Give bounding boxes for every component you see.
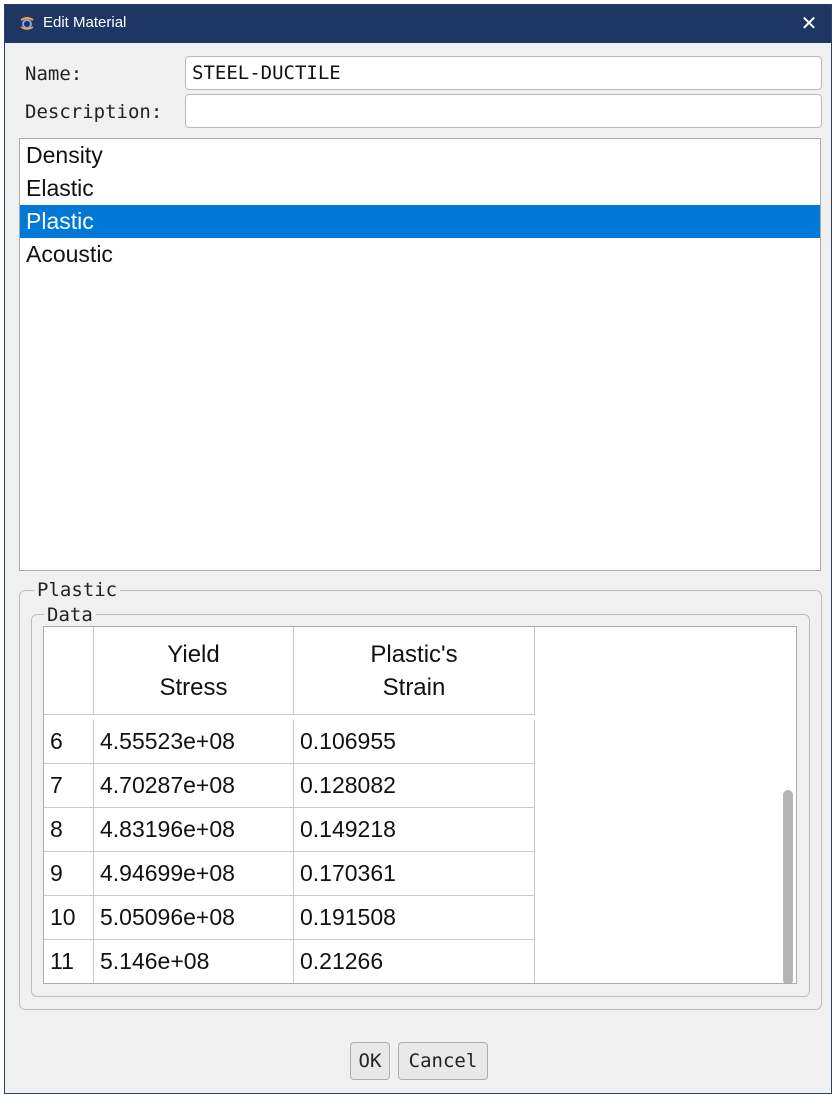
table-row[interactable]: 7 4.70287e+08 0.128082 [44, 764, 535, 808]
row-number-cell: 6 [44, 720, 94, 763]
plastic-strain-cell[interactable]: 0.149218 [294, 808, 535, 851]
plastic-data-table[interactable]: Yield Stress Plastic's Strain 6 4.55523e+… [43, 626, 797, 984]
plastic-strain-header[interactable]: Plastic's Strain [294, 627, 535, 715]
window-title: Edit Material [43, 14, 127, 31]
behavior-item-elastic[interactable]: Elastic [20, 172, 820, 205]
yield-stress-cell[interactable]: 4.94699e+08 [94, 852, 294, 895]
yield-stress-cell[interactable]: 4.70287e+08 [94, 764, 294, 807]
name-field[interactable] [185, 56, 822, 90]
row-number-header [44, 627, 94, 715]
table-row[interactable]: 9 4.94699e+08 0.170361 [44, 852, 535, 896]
yield-stress-cell[interactable]: 4.83196e+08 [94, 808, 294, 851]
scrollbar-thumb[interactable] [783, 790, 793, 983]
plastic-strain-cell[interactable]: 0.106955 [294, 720, 535, 763]
cancel-button[interactable]: Cancel [398, 1042, 488, 1080]
plastic-group-title: Plastic [34, 580, 121, 600]
vertical-scrollbar[interactable] [780, 715, 796, 983]
row-number-cell: 10 [44, 896, 94, 939]
close-icon[interactable]: ✕ [797, 11, 821, 35]
table-row[interactable]: 8 4.83196e+08 0.149218 [44, 808, 535, 852]
row-number-cell: 9 [44, 852, 94, 895]
description-field[interactable] [185, 94, 822, 128]
title-bar[interactable]: Edit Material ✕ [5, 5, 831, 43]
behavior-item-density[interactable]: Density [20, 139, 820, 172]
table-row[interactable]: 10 5.05096e+08 0.191508 [44, 896, 535, 940]
table-body: 6 4.55523e+08 0.106955 7 4.70287e+08 0.128082… [44, 720, 535, 983]
behavior-item-acoustic[interactable]: Acoustic [20, 238, 820, 271]
plastic-strain-cell[interactable]: 0.170361 [294, 852, 535, 895]
row-number-cell: 11 [44, 940, 94, 983]
yield-stress-header[interactable]: Yield Stress [94, 627, 294, 715]
plastic-strain-cell[interactable]: 0.21266 [294, 940, 535, 983]
yield-stress-cell[interactable]: 5.146e+08 [94, 940, 294, 983]
name-label: Name: [25, 63, 83, 85]
behavior-item-plastic[interactable]: Plastic [20, 205, 820, 238]
data-group-title: Data [44, 605, 96, 625]
table-row[interactable]: 11 5.146e+08 0.21266 [44, 940, 535, 983]
description-label: Description: [25, 101, 163, 123]
plastic-strain-cell[interactable]: 0.191508 [294, 896, 535, 939]
edit-material-dialog: Edit Material ✕ Name: Description: Densi… [4, 4, 832, 1094]
row-number-cell: 8 [44, 808, 94, 851]
behavior-list[interactable]: Density Elastic Plastic Acoustic [19, 138, 821, 571]
ok-button[interactable]: OK [350, 1042, 390, 1080]
row-number-cell: 7 [44, 764, 94, 807]
yield-stress-cell[interactable]: 4.55523e+08 [94, 720, 294, 763]
yield-stress-cell[interactable]: 5.05096e+08 [94, 896, 294, 939]
plastic-strain-cell[interactable]: 0.128082 [294, 764, 535, 807]
table-row[interactable]: 6 4.55523e+08 0.106955 [44, 720, 535, 764]
app-icon [20, 17, 34, 30]
